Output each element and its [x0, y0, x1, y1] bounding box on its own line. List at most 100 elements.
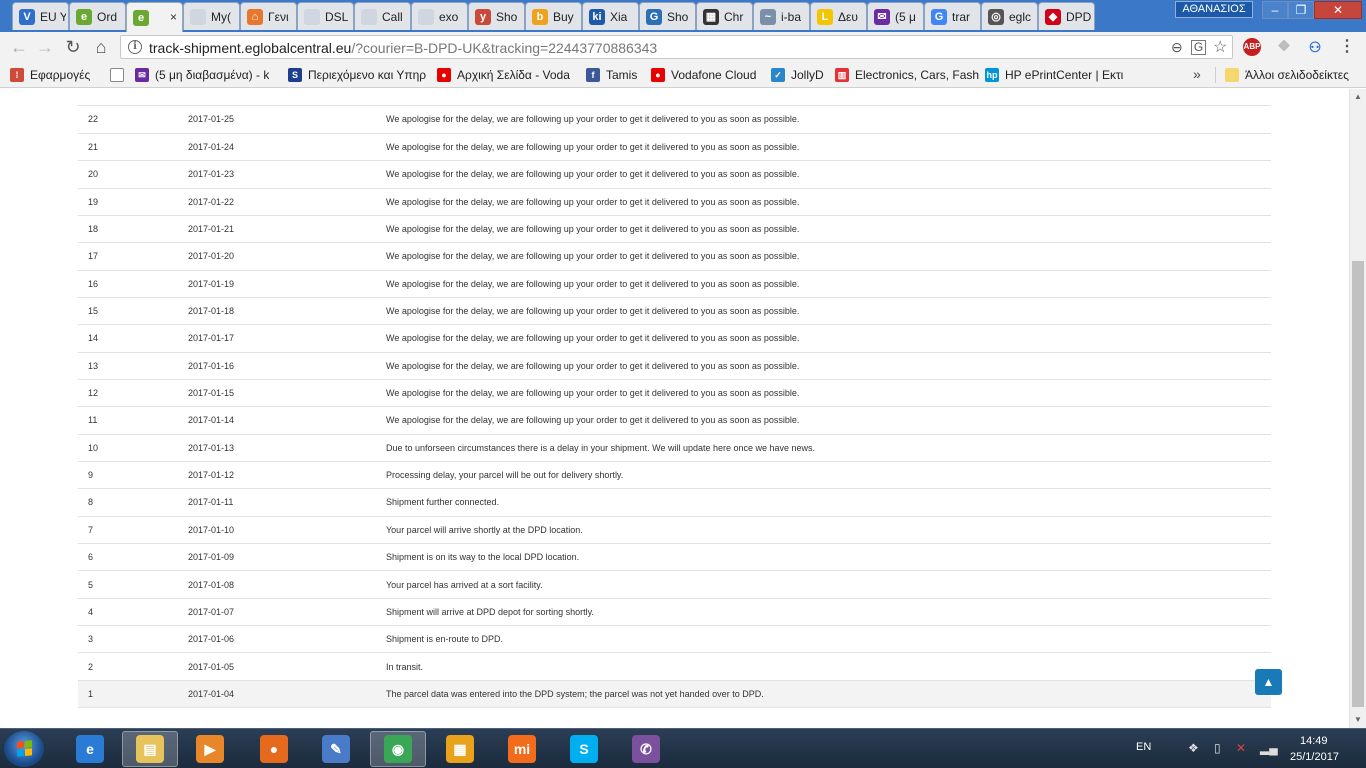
- browser-tab[interactable]: b Buy: [525, 2, 582, 30]
- bookmark-item[interactable]: [110, 67, 129, 83]
- row-status: We apologise for the delay, we are follo…: [386, 215, 1271, 244]
- language-indicator[interactable]: EN: [1136, 741, 1151, 753]
- adblock-plus-icon[interactable]: ABP: [1243, 38, 1261, 56]
- close-tab-icon[interactable]: ×: [170, 10, 177, 24]
- bookmark-item[interactable]: ✉ (5 μη διαβασμένα) - k: [135, 67, 269, 83]
- page-content: 22 2017-01-25 We apologise for the delay, …: [0, 89, 1349, 728]
- clock-date[interactable]: 25/1/2017: [1290, 751, 1339, 763]
- other-bookmarks-folder[interactable]: Άλλοι σελιδοδείκτες: [1225, 67, 1349, 83]
- browser-tab[interactable]: ⌂ Γενι: [240, 2, 297, 30]
- battery-icon[interactable]: ▯: [1214, 741, 1221, 755]
- taskbar-viber-button[interactable]: ✆: [618, 731, 674, 767]
- maximize-button[interactable]: ❐: [1288, 1, 1314, 19]
- browser-tab[interactable]: G Sho: [639, 2, 696, 30]
- bookmark-item[interactable]: S Περιεχόμενο και Υπηρ: [288, 67, 426, 83]
- row-status: In transit.: [386, 652, 1271, 681]
- start-button[interactable]: [4, 731, 44, 767]
- row-number: 5: [78, 570, 188, 599]
- browser-tab[interactable]: My(: [183, 2, 240, 30]
- browser-tab[interactable]: y Sho: [468, 2, 525, 30]
- volume-muted-icon[interactable]: ✕: [1236, 741, 1246, 755]
- info-icon[interactable]: i: [128, 40, 142, 54]
- taskbar-firefox-button[interactable]: ●: [246, 731, 302, 767]
- row-number: 8: [78, 488, 188, 517]
- taskbar-internet-explorer-button[interactable]: e: [62, 731, 118, 767]
- taskbar-media-player-button[interactable]: ▶: [182, 731, 238, 767]
- scroll-down-arrow[interactable]: ▼: [1350, 712, 1366, 728]
- address-bar[interactable]: i track-shipment.eglobalcentral.eu/?cour…: [120, 35, 1233, 59]
- row-number: 16: [78, 270, 188, 298]
- browser-tab[interactable]: DSL: [297, 2, 354, 30]
- network-signal-icon[interactable]: ▂▄: [1260, 741, 1278, 755]
- bookmark-item[interactable]: hp HP ePrintCenter | Εκτι: [985, 67, 1123, 83]
- bookmarks-overflow-button[interactable]: »: [1193, 66, 1201, 82]
- bookmark-label: JollyD: [791, 68, 824, 82]
- row-status: Due to unforseen circumstances there is …: [386, 434, 1271, 462]
- browser-tab[interactable]: ki Xia: [582, 2, 639, 30]
- bookmark-item[interactable]: f Tamis: [586, 67, 637, 83]
- taskbar-mi-button[interactable]: mi: [494, 731, 550, 767]
- bookmark-item[interactable]: ✓ JollyD: [771, 67, 824, 83]
- file-explorer-icon: ▤: [136, 735, 164, 763]
- tracking-row: 17 2017-01-20 We apologise for the delay, …: [78, 242, 1271, 271]
- dropbox-tray-icon[interactable]: ❖: [1188, 741, 1199, 755]
- tab-title: Chr: [724, 9, 744, 24]
- tab-title: Ord: [97, 9, 118, 24]
- tab-title: eglc: [1009, 9, 1032, 24]
- close-window-button[interactable]: ✕: [1314, 1, 1362, 19]
- browser-tab[interactable]: ✉ (5 μ: [867, 2, 924, 30]
- home-button[interactable]: ⌂: [90, 36, 112, 58]
- minimize-button[interactable]: –: [1262, 1, 1288, 19]
- tracking-row: 9 2017-01-12 Processing delay, your parcel…: [78, 461, 1271, 490]
- browser-tab[interactable]: e Ord: [69, 2, 126, 30]
- scroll-to-top-button[interactable]: ▲: [1255, 669, 1282, 695]
- taskbar-file-explorer-button[interactable]: ▤: [122, 731, 178, 767]
- page-scrollbar[interactable]: ▲ ▼: [1349, 89, 1366, 728]
- tracking-row: 19 2017-01-22 We apologise for the delay, …: [78, 188, 1271, 216]
- row-status: We apologise for the delay, we are follo…: [386, 270, 1271, 298]
- bookmark-item[interactable]: ● Vodafone Cloud: [651, 67, 756, 83]
- bookmark-item[interactable]: ⁞ Εφαρμογές: [10, 67, 90, 83]
- clock-time[interactable]: 14:49: [1300, 735, 1328, 747]
- tab-favicon-icon: ▦: [703, 8, 719, 25]
- taskbar-skype-button[interactable]: S: [556, 731, 612, 767]
- browser-tab[interactable]: V EU Y: [12, 2, 69, 30]
- scroll-up-arrow[interactable]: ▲: [1350, 89, 1366, 105]
- extension-icon[interactable]: ⚇: [1306, 38, 1324, 56]
- url-text[interactable]: track-shipment.eglobalcentral.eu/?courie…: [149, 40, 657, 56]
- bookmark-item[interactable]: ▥ Electronics, Cars, Fash: [835, 67, 979, 83]
- row-number: 1: [78, 680, 188, 709]
- row-number: 9: [78, 461, 188, 490]
- browser-tab[interactable]: L Δευ: [810, 2, 867, 30]
- chrome-menu-icon[interactable]: ⋮: [1338, 38, 1356, 56]
- taskbar-windows-app-button[interactable]: ▦: [432, 731, 488, 767]
- back-button[interactable]: ←: [8, 36, 30, 58]
- browser-tab[interactable]: ◆ DPD: [1038, 2, 1095, 30]
- bookmarks-bar: ⁞ Εφαρμογές ✉ (5 μη διαβασμένα) - k S Περιεχό…: [0, 62, 1366, 88]
- tab-favicon-icon: e: [133, 9, 149, 26]
- browser-tab[interactable]: e ×: [126, 2, 183, 32]
- browser-tab[interactable]: Call: [354, 2, 411, 30]
- browser-tab[interactable]: ▦ Chr: [696, 2, 753, 30]
- taskbar-paint-button[interactable]: ✎: [308, 731, 364, 767]
- tab-title: DSL: [325, 9, 349, 24]
- tracking-row: 11 2017-01-14 We apologise for the delay, …: [78, 406, 1271, 435]
- scrollbar-thumb[interactable]: [1352, 261, 1364, 707]
- zoom-icon[interactable]: ⊖: [1171, 39, 1183, 56]
- browser-tab[interactable]: ◎ eglc: [981, 2, 1038, 30]
- tab-favicon-icon: ◎: [988, 8, 1004, 25]
- browser-tab[interactable]: exo: [411, 2, 468, 30]
- browser-tab[interactable]: Gtrar: [924, 2, 981, 30]
- bookmark-item[interactable]: ● Αρχική Σελίδα - Voda: [437, 67, 570, 83]
- browser-tab[interactable]: ~ i-ba: [753, 2, 810, 30]
- row-status: We apologise for the delay, we are follo…: [386, 324, 1271, 353]
- dropbox-icon[interactable]: ❖: [1275, 38, 1293, 56]
- reload-button[interactable]: ↻: [62, 36, 84, 58]
- row-status: We apologise for the delay, we are follo…: [386, 379, 1271, 408]
- profile-button[interactable]: ΑΘΑΝΑΣΙΟΣ: [1175, 1, 1253, 18]
- forward-button[interactable]: →: [34, 36, 56, 58]
- bookmark-star-icon[interactable]: ☆: [1213, 37, 1227, 57]
- taskbar-chrome-button[interactable]: ◉: [370, 731, 426, 767]
- tab-title: Sho: [496, 9, 518, 24]
- translate-icon[interactable]: G: [1191, 40, 1206, 55]
